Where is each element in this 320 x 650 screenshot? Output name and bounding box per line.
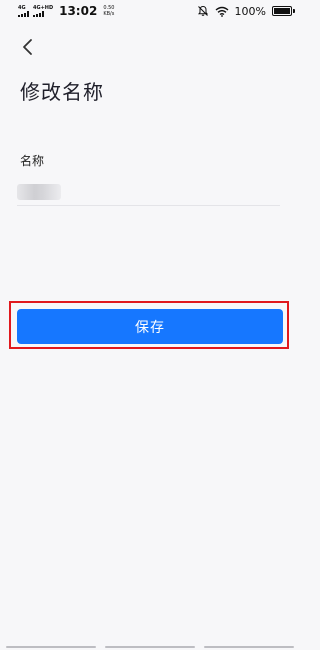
battery-icon: [272, 6, 295, 16]
name-input[interactable]: [17, 180, 280, 206]
gesture-handle-left: [6, 646, 96, 648]
save-button[interactable]: 保存: [17, 309, 283, 344]
status-bar: 4G 4G+HD 13:02 0.50 KB/s 100%: [0, 0, 300, 22]
rename-screen: 4G 4G+HD 13:02 0.50 KB/s 100% 修改名称 名称 保存: [0, 0, 300, 650]
back-button[interactable]: [16, 36, 38, 58]
network-speed-unit: KB/s: [103, 11, 115, 17]
wifi-icon: [215, 6, 228, 17]
gesture-bar: [0, 646, 300, 650]
name-label: 名称: [20, 154, 45, 168]
gesture-handle-center: [105, 646, 195, 648]
gesture-handle-right: [204, 646, 294, 648]
signal-2-icon: [33, 11, 53, 17]
network-speed: 0.50 KB/s: [103, 5, 114, 17]
status-left: 4G 4G+HD 13:02 0.50 KB/s: [18, 4, 114, 18]
battery-fill: [274, 8, 290, 14]
signal-1: 4G: [18, 5, 29, 17]
masked-name-value: [17, 184, 61, 200]
signal-2: 4G+HD: [33, 5, 53, 17]
status-right: 100%: [197, 4, 295, 18]
mute-bell-icon: [197, 5, 208, 16]
page-title: 修改名称: [20, 80, 104, 104]
chevron-left-icon: [23, 39, 32, 55]
signal-1-icon: [18, 11, 29, 17]
status-time: 13:02: [59, 4, 98, 18]
battery-percent: 100%: [234, 4, 266, 18]
